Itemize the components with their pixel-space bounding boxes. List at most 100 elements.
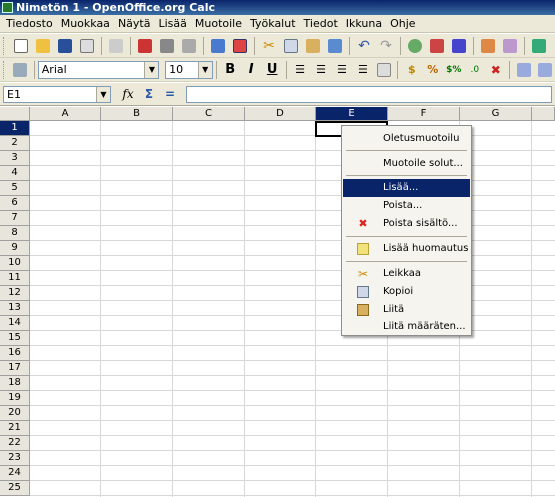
row-header-12[interactable]: 12 (0, 286, 30, 301)
row-header-19[interactable]: 19 (0, 391, 30, 406)
autospellcheck-icon[interactable] (230, 36, 250, 56)
add-decimal-icon[interactable]: .0 (465, 60, 484, 80)
row-header-21[interactable]: 21 (0, 421, 30, 436)
row-header-11[interactable]: 11 (0, 271, 30, 286)
row-header-22[interactable]: 22 (0, 436, 30, 451)
select-all-corner[interactable] (0, 107, 30, 121)
row-header-5[interactable]: 5 (0, 181, 30, 196)
align-left-icon[interactable]: ☰ (291, 60, 310, 80)
function-wizard-icon[interactable]: fx (120, 86, 136, 103)
row-header-10[interactable]: 10 (0, 256, 30, 271)
name-box[interactable]: E1 ▼ (3, 86, 111, 103)
menu-tyokalut[interactable]: Työkalut (246, 15, 300, 33)
cut-icon[interactable]: ✂ (259, 36, 279, 56)
formula-input[interactable] (186, 86, 552, 103)
draw-functions-icon[interactable] (500, 36, 520, 56)
delete-decimal-icon[interactable]: ✖ (486, 60, 505, 80)
decrease-indent-icon[interactable] (514, 60, 533, 80)
column-header-a[interactable]: A (30, 107, 101, 121)
chart-icon[interactable] (478, 36, 498, 56)
edit-file-icon[interactable] (106, 36, 126, 56)
spellcheck-icon[interactable] (208, 36, 228, 56)
sort-descending-icon[interactable] (449, 36, 469, 56)
column-header-c[interactable]: C (173, 107, 245, 121)
ctx-insert-comment[interactable]: Lisää huomautus (343, 240, 470, 258)
email-icon[interactable] (77, 36, 97, 56)
increase-indent-icon[interactable] (535, 60, 554, 80)
menu-tiedot[interactable]: Tiedot (300, 15, 342, 33)
row-header-15[interactable]: 15 (0, 331, 30, 346)
row-header-6[interactable]: 6 (0, 196, 30, 211)
new-document-icon[interactable] (11, 36, 31, 56)
chevron-down-icon[interactable]: ▼ (96, 87, 110, 102)
font-size-select[interactable]: 10 ▼ (165, 60, 213, 79)
column-header-e[interactable]: E (316, 107, 388, 121)
standard-format-icon[interactable]: $% (444, 60, 463, 80)
row-header-3[interactable]: 3 (0, 151, 30, 166)
ctx-paste[interactable]: Liitä (343, 301, 470, 319)
export-pdf-icon[interactable] (135, 36, 155, 56)
row-header-2[interactable]: 2 (0, 136, 30, 151)
ctx-default-formatting[interactable]: Oletusmuotoilu (343, 130, 470, 148)
chevron-down-icon[interactable]: ▼ (197, 61, 212, 78)
row-header-9[interactable]: 9 (0, 241, 30, 256)
row-header-25[interactable]: 25 (0, 481, 30, 496)
justify-icon[interactable]: ☰ (353, 60, 372, 80)
align-center-icon[interactable]: ☰ (312, 60, 331, 80)
column-header-f[interactable]: F (388, 107, 460, 121)
row-header-23[interactable]: 23 (0, 451, 30, 466)
ctx-insert[interactable]: Lisää... (343, 179, 470, 197)
print-preview-icon[interactable] (179, 36, 199, 56)
redo-icon[interactable]: ↷ (376, 36, 396, 56)
menu-muokkaa[interactable]: Muokkaa (57, 15, 114, 33)
percent-format-icon[interactable]: % (423, 60, 442, 80)
undo-icon[interactable]: ↶ (354, 36, 374, 56)
row-header-17[interactable]: 17 (0, 361, 30, 376)
menu-tiedosto[interactable]: Tiedosto (2, 15, 57, 33)
column-header-d[interactable]: D (245, 107, 316, 121)
row-header-7[interactable]: 7 (0, 211, 30, 226)
menu-lisaa[interactable]: Lisää (154, 15, 190, 33)
italic-button[interactable]: I (242, 60, 261, 80)
row-header-16[interactable]: 16 (0, 346, 30, 361)
toolbar-grip[interactable] (3, 36, 7, 55)
row-header-20[interactable]: 20 (0, 406, 30, 421)
copy-icon[interactable] (281, 36, 301, 56)
navigator-icon[interactable] (405, 36, 425, 56)
format-paintbrush-icon[interactable] (325, 36, 345, 56)
row-header-8[interactable]: 8 (0, 226, 30, 241)
merge-cells-icon[interactable] (374, 60, 393, 80)
font-name-select[interactable]: Arial ▼ (37, 60, 160, 79)
bold-button[interactable]: B (221, 60, 240, 80)
ctx-paste-special[interactable]: Liitä määräten... (343, 318, 470, 336)
open-folder-icon[interactable] (33, 36, 53, 56)
currency-format-icon[interactable]: $ (402, 60, 421, 80)
ctx-delete-contents[interactable]: ✖ Poista sisältö... (343, 215, 470, 233)
sum-icon[interactable]: Σ (141, 86, 157, 103)
menu-muotoile[interactable]: Muotoile (191, 15, 246, 33)
ctx-cut[interactable]: ✂ Leikkaa (343, 265, 470, 283)
ctx-delete[interactable]: Poista... (343, 197, 470, 215)
menu-nayta[interactable]: Näytä (114, 15, 155, 33)
styles-icon[interactable] (11, 60, 30, 80)
menu-ohje[interactable]: Ohje (386, 15, 419, 33)
print-icon[interactable] (157, 36, 177, 56)
save-icon[interactable] (55, 36, 75, 56)
row-header-14[interactable]: 14 (0, 316, 30, 331)
align-right-icon[interactable]: ☰ (333, 60, 352, 80)
function-icon[interactable]: = (162, 86, 178, 103)
row-header-1[interactable]: 1 (0, 121, 30, 136)
underline-button[interactable]: U (263, 60, 282, 80)
row-header-4[interactable]: 4 (0, 166, 30, 181)
gallery-icon[interactable] (529, 36, 549, 56)
toolbar-grip[interactable] (3, 60, 7, 79)
row-header-13[interactable]: 13 (0, 301, 30, 316)
row-header-18[interactable]: 18 (0, 376, 30, 391)
sort-ascending-icon[interactable] (427, 36, 447, 56)
row-header-24[interactable]: 24 (0, 466, 30, 481)
column-header-g[interactable]: G (460, 107, 532, 121)
menu-ikkuna[interactable]: Ikkuna (342, 15, 386, 33)
ctx-copy[interactable]: Kopioi (343, 283, 470, 301)
column-header-b[interactable]: B (101, 107, 173, 121)
chevron-down-icon[interactable]: ▼ (144, 61, 159, 78)
